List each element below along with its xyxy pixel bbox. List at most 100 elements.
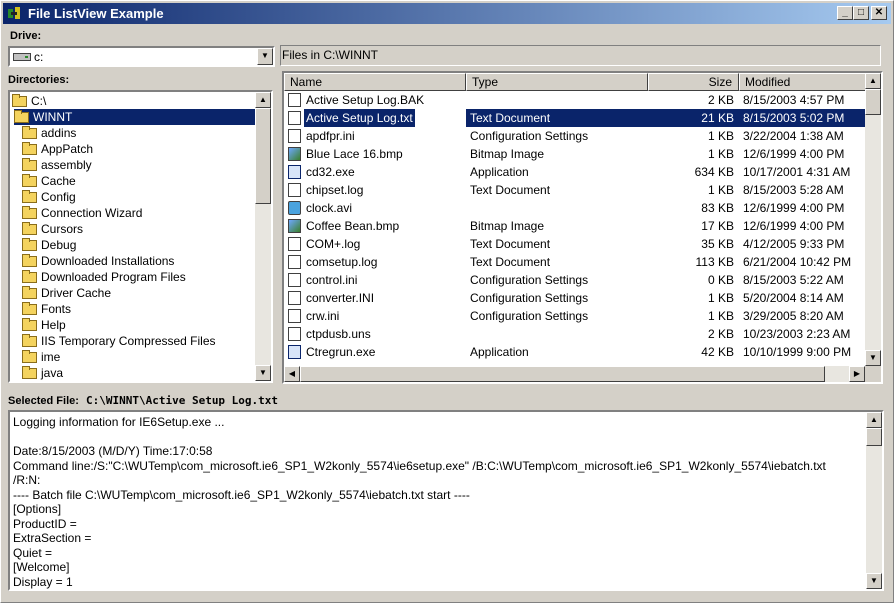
file-row[interactable]: control.ini Configuration Settings 0 KB 8/1… [284, 271, 865, 289]
drive-select[interactable]: c: ▼ [8, 46, 275, 67]
directory-item[interactable]: assembly [22, 157, 92, 173]
file-row[interactable]: comsetup.log Text Document 113 KB 6/21/2004… [284, 253, 865, 271]
minimize-button[interactable]: _ [837, 6, 853, 20]
chevron-down-icon: ▼ [261, 51, 269, 60]
file-row[interactable]: ctpdusb.uns 2 KB 10/23/2003 2:23 AM [284, 325, 865, 343]
file-row[interactable]: Ctregrun.exe Application 42 KB 10/10/1999 9… [284, 343, 865, 361]
file-content-viewer[interactable]: Logging information for IE6Setup.exe ...… [8, 410, 884, 591]
directory-item[interactable]: java [22, 365, 63, 381]
file-row[interactable]: converter.INI Configuration Settings 1 KB 5… [284, 289, 865, 307]
file-list-vscrollbar[interactable]: ▲ ▼ [865, 73, 881, 366]
scroll-left-button[interactable]: ◀ [284, 366, 300, 382]
file-type: Text Document [470, 255, 551, 269]
file-row[interactable]: Active Setup Log.txt Text Document 21 KB 8/… [284, 109, 865, 127]
file-list-hscrollbar[interactable]: ◀ ▶ [284, 366, 865, 382]
close-button[interactable]: ✕ [871, 6, 887, 20]
file-type: Application [470, 345, 529, 359]
folder-icon [22, 270, 37, 284]
arrow-up-icon: ▲ [259, 95, 267, 104]
file-row[interactable]: Blue Lace 16.bmp Bitmap Image 1 KB 12/6/199… [284, 145, 865, 163]
folder-icon [22, 286, 37, 300]
directory-item[interactable]: Help [22, 317, 66, 333]
directory-item[interactable]: WINNT [14, 109, 255, 125]
file-row[interactable]: chipset.log Text Document 1 KB 8/15/2003 5:… [284, 181, 865, 199]
directory-item[interactable]: Cursors [22, 221, 83, 237]
directory-item[interactable]: C:\ [12, 93, 46, 109]
scroll-up-button[interactable]: ▲ [866, 412, 882, 428]
file-row[interactable]: Coffee Bean.bmp Bitmap Image 17 KB 12/6/199… [284, 217, 865, 235]
open-folder-icon [14, 110, 29, 124]
directory-item[interactable]: Downloaded Program Files [22, 269, 186, 285]
file-type: Bitmap Image [470, 147, 545, 161]
directory-item[interactable]: ime [22, 349, 60, 365]
ini-file-icon [288, 291, 301, 305]
scroll-down-button[interactable]: ▼ [865, 350, 881, 366]
bitmap-file-icon [288, 147, 301, 161]
file-row[interactable]: clock.avi 83 KB 12/6/1999 4:00 PM [284, 199, 865, 217]
scroll-up-button[interactable]: ▲ [255, 92, 271, 108]
directory-item[interactable]: Config [22, 189, 76, 205]
drive-dropdown-button[interactable]: ▼ [257, 48, 273, 65]
column-header[interactable]: Modified [739, 73, 869, 91]
scroll-up-button[interactable]: ▲ [865, 73, 881, 89]
directory-item-label: AppPatch [41, 142, 94, 156]
file-name: Active Setup Log.txt [304, 109, 415, 127]
file-row[interactable]: Active Setup Log.BAK 2 KB 8/15/2003 4:57 P… [284, 91, 865, 109]
scroll-right-button[interactable]: ▶ [849, 366, 865, 382]
file-size: 1 KB [707, 309, 734, 323]
drive-value: c: [34, 50, 44, 64]
selected-file-label: Selected File: [8, 395, 79, 407]
directory-item-label: Config [41, 190, 76, 204]
column-header[interactable]: Size [648, 73, 739, 91]
file-size: 2 KB [707, 93, 734, 107]
directory-tree[interactable]: C:\ WINNT addins AppPatch assembly Cache Confi… [8, 90, 273, 383]
column-header[interactable]: Type [466, 73, 648, 91]
scroll-down-button[interactable]: ▼ [255, 365, 271, 381]
main-window: File ListView Example _ □ ✕ Drive: c: ▼ … [0, 0, 894, 603]
scroll-thumb[interactable] [866, 428, 882, 446]
file-name: cd32.exe [306, 165, 355, 179]
file-modified: 10/10/1999 9:00 PM [743, 345, 852, 359]
file-rows: Active Setup Log.BAK 2 KB 8/15/2003 4:57 P… [284, 91, 865, 366]
file-type: Text Document [470, 237, 551, 251]
directory-item[interactable]: AppPatch [22, 141, 93, 157]
directory-scrollbar[interactable]: ▲ ▼ [255, 92, 271, 381]
file-name: Ctregrun.exe [306, 345, 376, 359]
file-row[interactable]: apdfpr.ini Configuration Settings 1 KB 3/22… [284, 127, 865, 145]
file-list[interactable]: Name Type Size Modified Active Setup Log.BA… [282, 71, 883, 384]
ini-file-icon [288, 129, 301, 143]
scroll-thumb[interactable] [255, 108, 271, 204]
text-file-icon [288, 111, 301, 125]
scroll-thumb[interactable] [300, 366, 825, 382]
folder-icon [22, 350, 37, 364]
arrow-up-icon: ▲ [870, 415, 878, 424]
folder-icon [22, 174, 37, 188]
directory-item[interactable]: Downloaded Installations [22, 253, 174, 269]
directory-item-label: ime [41, 350, 61, 364]
directory-item-label: Debug [41, 238, 77, 252]
file-size: 35 KB [701, 237, 734, 251]
file-type: Configuration Settings [470, 309, 589, 323]
directory-item[interactable]: Fonts [22, 301, 71, 317]
file-row[interactable]: COM+.log Text Document 35 KB 4/12/2005 9:33… [284, 235, 865, 253]
title-bar[interactable]: File ListView Example _ □ ✕ [3, 3, 891, 24]
file-row[interactable]: crw.ini Configuration Settings 1 KB 3/29/20… [284, 307, 865, 325]
scroll-thumb[interactable] [865, 89, 881, 115]
directory-item[interactable]: IIS Temporary Compressed Files [22, 333, 216, 349]
arrow-down-icon: ▼ [869, 353, 877, 362]
directory-item[interactable]: Cache [22, 173, 76, 189]
directory-item[interactable]: Debug [22, 237, 76, 253]
folder-icon [22, 318, 37, 332]
file-modified: 8/15/2003 5:02 PM [743, 111, 845, 125]
file-modified: 10/23/2003 2:23 AM [743, 327, 851, 341]
scroll-down-button[interactable]: ▼ [866, 573, 882, 589]
content-scrollbar[interactable]: ▲ ▼ [866, 412, 882, 589]
column-header[interactable]: Name [284, 73, 466, 91]
selected-file-path: C:\WINNT\Active Setup Log.txt [85, 394, 279, 407]
file-row[interactable]: cd32.exe Application 634 KB 10/17/2001 4:31… [284, 163, 865, 181]
directory-item[interactable]: Connection Wizard [22, 205, 142, 221]
bak-file-icon [288, 93, 301, 107]
maximize-button[interactable]: □ [853, 6, 869, 20]
directory-item[interactable]: Driver Cache [22, 285, 111, 301]
directory-item[interactable]: addins [22, 125, 76, 141]
